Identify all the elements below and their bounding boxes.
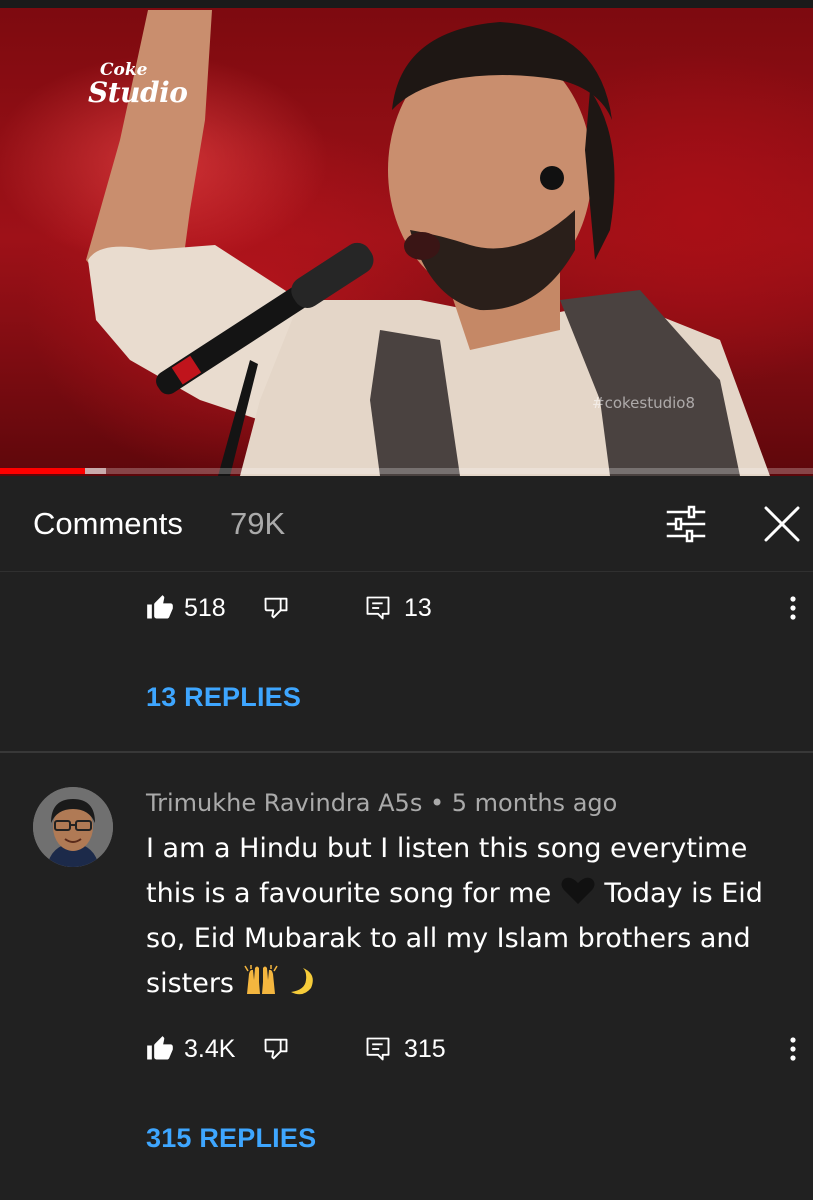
comments-title: Comments (33, 506, 183, 541)
progress-played (0, 468, 86, 474)
sliders-icon (666, 505, 706, 543)
reply-comment-icon (366, 1037, 390, 1061)
comment-divider (0, 751, 813, 753)
sort-filter-button[interactable] (664, 502, 708, 546)
dislike-button[interactable] (262, 1029, 290, 1069)
more-vert-icon (790, 1037, 796, 1061)
close-icon (764, 506, 800, 542)
like-count: 3.4K (184, 1034, 236, 1063)
comment-2-actions: 3.4K 315 (146, 1029, 813, 1069)
thumbs-down-icon (264, 1038, 288, 1060)
author-name[interactable]: Trimukhe Ravindra A5s (146, 789, 422, 817)
comment-meta: Trimukhe Ravindra A5s • 5 months ago (146, 789, 617, 817)
meta-separator: • (429, 789, 445, 817)
video-player[interactable]: Coke Studio #cokestudio8 (0, 0, 813, 476)
reply-button[interactable]: 13 (364, 588, 432, 628)
view-replies-link[interactable]: 13 REPLIES (146, 682, 301, 713)
user-avatar-image (33, 787, 113, 867)
dislike-button[interactable] (262, 588, 290, 628)
more-options-button[interactable] (773, 1029, 813, 1069)
video-watermark: #cokestudio8 (592, 394, 695, 412)
raising-hands-emoji (243, 965, 278, 994)
reply-comment-icon (366, 596, 390, 620)
thumbs-up-icon (147, 595, 173, 619)
more-vert-icon (790, 596, 796, 620)
comment-text: I am a Hindu but I listen this song ever… (146, 826, 786, 1006)
reply-count: 315 (404, 1034, 446, 1063)
like-button[interactable]: 518 (146, 588, 226, 628)
thumbs-down-icon (264, 597, 288, 619)
reply-count: 13 (404, 593, 432, 622)
coke-studio-logo: Coke Studio (88, 62, 188, 109)
comments-header: Comments 79K (0, 476, 813, 572)
avatar[interactable] (33, 787, 113, 867)
comment-1-actions: 518 13 (146, 588, 813, 628)
reply-button[interactable]: 315 (364, 1029, 446, 1069)
more-options-button[interactable] (773, 588, 813, 628)
logo-line-2: Studio (88, 76, 188, 109)
close-comments-button[interactable] (760, 502, 804, 546)
like-button[interactable]: 3.4K (146, 1029, 235, 1069)
comments-count: 79K (230, 506, 286, 541)
crescent-moon-emoji (291, 968, 314, 995)
thumbs-up-icon (147, 1036, 173, 1060)
comment-time: 5 months ago (451, 789, 618, 817)
black-heart-emoji (561, 877, 595, 904)
view-replies-link[interactable]: 315 REPLIES (146, 1123, 316, 1154)
like-count: 518 (184, 593, 226, 622)
video-progress-bar[interactable] (0, 468, 813, 474)
